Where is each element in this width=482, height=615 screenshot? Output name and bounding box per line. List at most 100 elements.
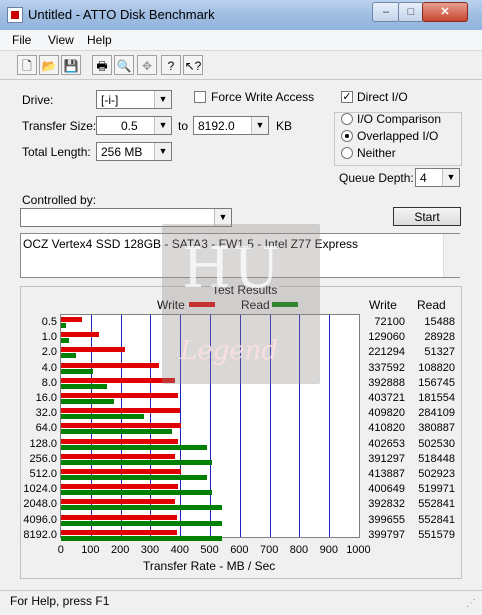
size-label: 8192.0 <box>23 528 57 541</box>
size-label: 16.0 <box>35 392 57 404</box>
direct-io-checkbox[interactable]: ✓ <box>341 91 353 103</box>
gridline <box>329 315 331 537</box>
print-preview-icon[interactable]: 🔍 <box>114 55 134 75</box>
neither-radio[interactable] <box>341 147 353 159</box>
help-icon[interactable]: ? <box>161 55 181 75</box>
write-bar <box>61 317 82 322</box>
write-value: 402653 <box>368 437 405 450</box>
size-label: 4.0 <box>41 361 57 374</box>
drive-select[interactable]: [-i-] ▼ <box>96 90 172 109</box>
window-title: Untitled - ATTO Disk Benchmark <box>28 7 215 22</box>
context-help-icon[interactable]: ↖? <box>183 55 203 75</box>
drive-value: [-i-] <box>101 93 119 107</box>
read-value: 518448 <box>418 452 455 465</box>
start-button[interactable]: Start <box>393 207 461 226</box>
queue-depth-label: Queue Depth: <box>339 171 414 185</box>
transfer-to-select[interactable]: 8192.0 ▼ <box>193 116 269 135</box>
read-value: 552841 <box>418 498 455 511</box>
read-bar <box>61 444 208 450</box>
read-value: 551579 <box>418 528 455 541</box>
write-value: 221294 <box>368 346 405 359</box>
write-bar <box>61 469 182 474</box>
size-label: 32.0 <box>35 407 57 420</box>
drive-label: Drive: <box>22 93 54 107</box>
controlled-by-label: Controlled by: <box>22 193 97 207</box>
menu-help[interactable]: Help <box>87 33 112 47</box>
force-write-label: Force Write Access <box>211 90 315 104</box>
read-bar <box>61 323 66 328</box>
size-label: 8.0 <box>41 376 57 389</box>
read-bar <box>61 535 222 541</box>
x-tick-label: 400 <box>170 544 189 556</box>
save-icon[interactable]: 💾 <box>61 55 81 75</box>
neither-label: Neither <box>357 146 396 160</box>
write-bar <box>61 423 181 429</box>
total-length-select[interactable]: 256 MB ▼ <box>96 142 172 161</box>
write-bar <box>61 393 179 398</box>
overlapped-io-radio[interactable] <box>341 130 353 142</box>
write-bar <box>61 438 179 444</box>
chevron-down-icon: ▼ <box>154 143 171 160</box>
chevron-down-icon: ▼ <box>442 169 459 186</box>
read-value: 108820 <box>418 361 455 374</box>
chevron-down-icon: ▼ <box>154 117 171 134</box>
write-value: 129060 <box>368 331 405 344</box>
open-icon[interactable]: 📂 <box>39 55 59 75</box>
read-bar <box>61 490 213 496</box>
queue-depth-select[interactable]: 4 ▼ <box>415 168 460 187</box>
read-value: 502530 <box>418 437 455 450</box>
watermark-text-bottom: Legend <box>180 336 279 366</box>
read-bar <box>61 429 172 435</box>
overlapped-io-label: Overlapped I/O <box>357 129 439 143</box>
read-bar <box>61 353 76 359</box>
write-bar <box>61 529 178 535</box>
x-tick-label: 500 <box>200 544 219 556</box>
force-write-checkbox[interactable] <box>194 91 206 103</box>
transfer-from-value: 0.5 <box>121 119 138 133</box>
write-bar <box>61 408 181 414</box>
menu-view[interactable]: View <box>48 33 74 47</box>
read-bar <box>61 475 208 480</box>
size-label: 0.5 <box>41 316 57 328</box>
write-bar <box>61 347 126 353</box>
kb-label: KB <box>276 119 293 133</box>
new-icon[interactable]: 🗋 <box>17 55 37 75</box>
write-bar <box>61 332 99 338</box>
minimize-button[interactable]: – <box>372 2 400 22</box>
menu-file[interactable]: File <box>12 33 31 47</box>
transfer-from-select[interactable]: 0.5 ▼ <box>96 116 172 135</box>
read-bar <box>61 520 222 526</box>
read-value: 28928 <box>424 331 455 344</box>
write-bar <box>61 499 176 505</box>
write-column-header: Write <box>369 298 397 312</box>
x-tick-label: 1000 <box>346 544 371 556</box>
description-scrollbar[interactable] <box>443 234 460 277</box>
size-label: 4096.0 <box>23 513 57 526</box>
x-tick-label: 900 <box>319 544 338 556</box>
read-bar <box>61 383 107 389</box>
resize-grip-icon[interactable]: ⋰ <box>466 598 476 609</box>
write-bar <box>61 453 175 459</box>
to-label: to <box>178 119 189 133</box>
write-bar <box>61 362 160 368</box>
write-value: 410820 <box>368 422 405 435</box>
direct-io-label: Direct I/O <box>357 90 408 104</box>
size-label: 1024.0 <box>23 483 57 496</box>
close-button[interactable]: ✕ <box>422 2 468 22</box>
size-label: 2.0 <box>41 346 57 359</box>
size-label: 2048.0 <box>23 498 57 511</box>
read-value: 519971 <box>418 483 455 496</box>
x-tick-label: 100 <box>81 544 100 556</box>
io-comparison-radio[interactable] <box>341 113 353 125</box>
print-icon[interactable]: 🖶 <box>92 55 112 75</box>
maximize-button[interactable]: □ <box>398 2 424 22</box>
status-text: For Help, press F1 <box>10 594 110 608</box>
chevron-down-icon: ▼ <box>251 117 268 134</box>
watermark-text-top: HU <box>182 236 283 301</box>
x-tick-label: 700 <box>260 544 279 556</box>
write-value: 392832 <box>368 498 405 511</box>
app-icon <box>7 7 23 23</box>
write-bar <box>61 514 178 520</box>
move-icon[interactable]: ✥ <box>137 55 157 75</box>
transfer-size-label: Transfer Size: <box>22 119 97 133</box>
